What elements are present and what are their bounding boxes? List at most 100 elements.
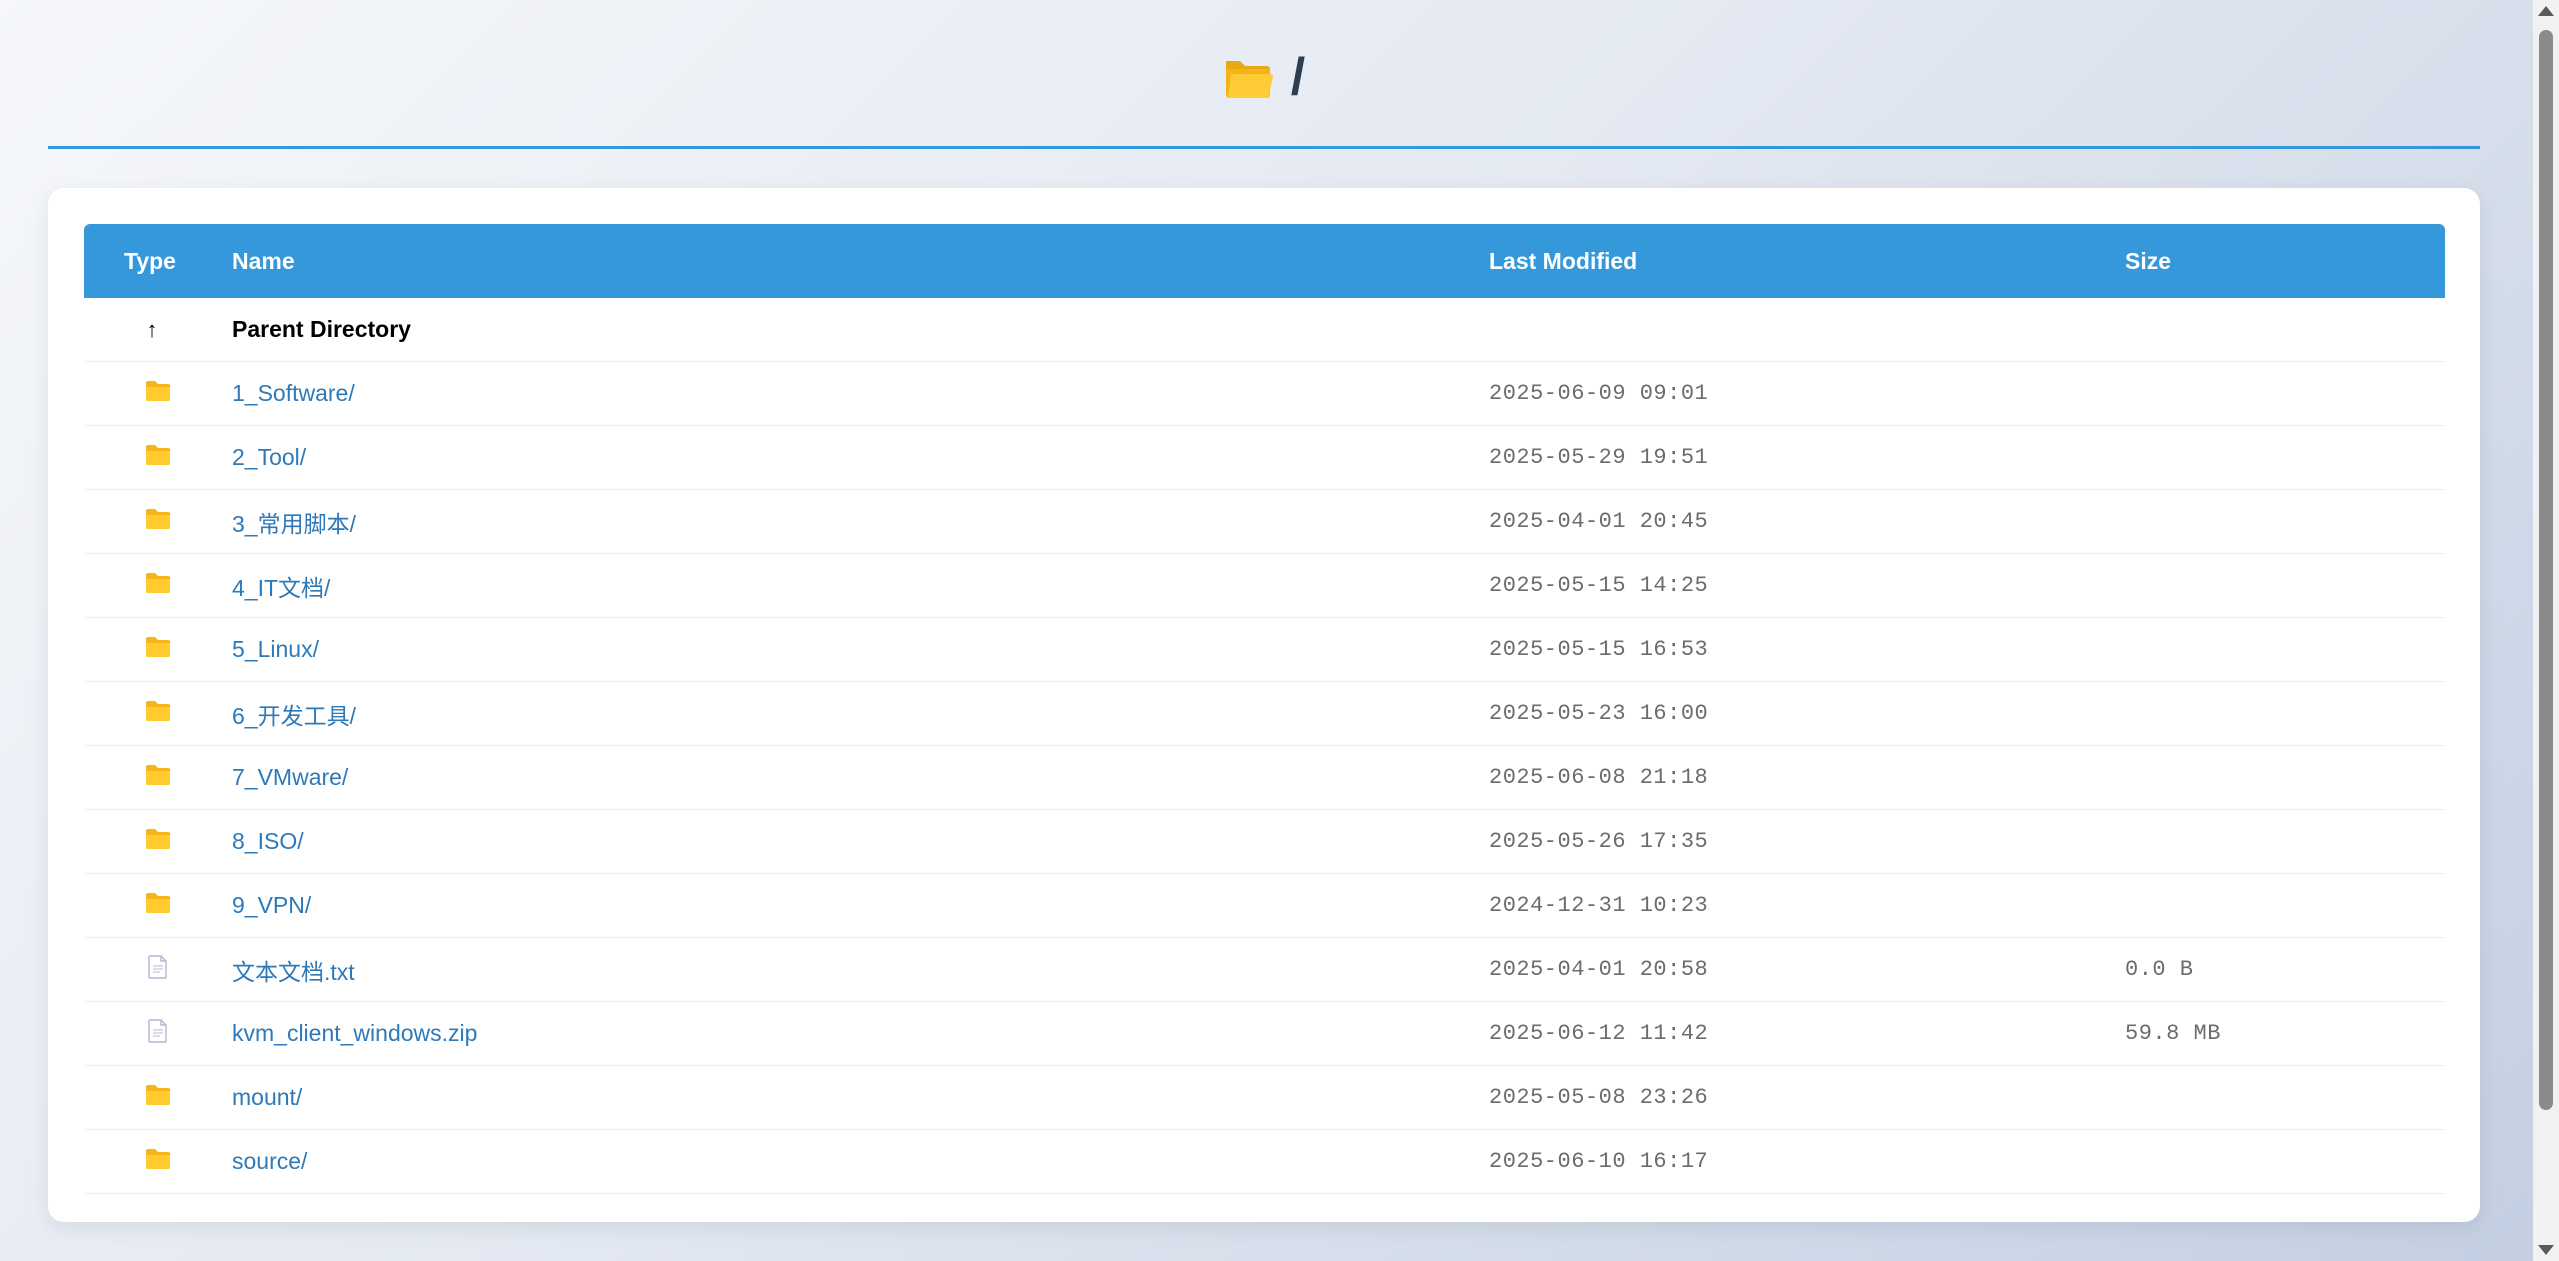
scroll-down-arrow-icon[interactable] xyxy=(2538,1245,2554,1255)
table-row[interactable]: 1_Software/2025-06-09 09:01 xyxy=(84,362,2445,426)
listing-panel: Type Name Last Modified Size ↑ Parent Di… xyxy=(48,188,2480,1222)
table-row[interactable]: 7_VMware/2025-06-08 21:18 xyxy=(84,746,2445,810)
folder-icon xyxy=(145,572,171,600)
table-row[interactable]: mount/2025-05-08 23:26 xyxy=(84,1066,2445,1130)
cell-name: 6_开发工具/ xyxy=(232,697,1489,731)
table-row[interactable]: 4_IT文档/2025-05-15 14:25 xyxy=(84,554,2445,618)
cell-type xyxy=(84,1084,232,1112)
entry-link[interactable]: 3_常用脚本/ xyxy=(232,511,356,537)
entry-link[interactable]: 1_Software/ xyxy=(232,380,355,406)
cell-type xyxy=(84,444,232,472)
page: / Type Name Last Modified Size ↑ Parent … xyxy=(0,0,2533,1261)
entry-link[interactable]: 5_Linux/ xyxy=(232,636,319,662)
cell-name: 9_VPN/ xyxy=(232,892,1489,919)
cell-modified: 2025-05-08 23:26 xyxy=(1489,1085,1709,1110)
parent-directory-row[interactable]: ↑ Parent Directory xyxy=(84,298,2445,362)
file-icon xyxy=(148,1018,168,1049)
folder-icon xyxy=(145,444,171,472)
table-row[interactable]: 5_Linux/2025-05-15 16:53 xyxy=(84,618,2445,682)
folder-icon xyxy=(145,892,171,920)
entry-link[interactable]: mount/ xyxy=(232,1084,302,1110)
folder-icon xyxy=(145,636,171,664)
cell-modified: 2025-05-29 19:51 xyxy=(1489,445,1709,470)
vertical-scrollbar[interactable] xyxy=(2533,0,2559,1261)
cell-type xyxy=(84,828,232,856)
cell-modified: 2025-06-12 11:42 xyxy=(1489,1021,1709,1046)
entry-link[interactable]: 6_开发工具/ xyxy=(232,703,356,729)
column-header-name[interactable]: Name xyxy=(232,248,1489,275)
parent-directory-link[interactable]: Parent Directory xyxy=(232,316,1489,343)
cell-type xyxy=(84,892,232,920)
folder-icon xyxy=(145,380,171,408)
entry-link[interactable]: 文本文档.txt xyxy=(232,959,355,985)
page-header: / xyxy=(48,0,2480,149)
cell-modified: 2025-06-09 09:01 xyxy=(1489,381,1709,406)
open-folder-icon xyxy=(1223,55,1273,99)
cell-type: ↑ xyxy=(84,317,232,343)
entry-link[interactable]: kvm_client_windows.zip xyxy=(232,1020,477,1046)
column-header-size[interactable]: Size xyxy=(2125,248,2445,275)
cell-type xyxy=(84,700,232,728)
table-row[interactable]: 文本文档.txt 2025-04-01 20:58 0.0 B xyxy=(84,938,2445,1002)
cell-name: 4_IT文档/ xyxy=(232,569,1489,603)
cell-type xyxy=(84,764,232,792)
cell-modified: 2024-12-31 10:23 xyxy=(1489,893,1709,918)
cell-name: 文本文档.txt xyxy=(232,953,1489,987)
cell-modified: 2025-05-15 14:25 xyxy=(1489,573,1709,598)
cell-modified: 2025-05-23 16:00 xyxy=(1489,701,1709,726)
folder-icon xyxy=(145,764,171,792)
entry-link[interactable]: 2_Tool/ xyxy=(232,444,306,470)
cell-type xyxy=(84,380,232,408)
table-row[interactable]: 3_常用脚本/2025-04-01 20:45 xyxy=(84,490,2445,554)
cell-name: source/ xyxy=(232,1148,1489,1175)
column-header-type[interactable]: Type xyxy=(84,248,232,275)
page-title: / xyxy=(1223,47,1305,107)
folder-icon xyxy=(145,1084,171,1112)
cell-modified: 2025-06-10 16:17 xyxy=(1489,1149,1709,1174)
cell-name: kvm_client_windows.zip xyxy=(232,1020,1489,1047)
cell-size: 0.0 B xyxy=(2125,957,2194,982)
table-row[interactable]: 9_VPN/2024-12-31 10:23 xyxy=(84,874,2445,938)
file-table: Type Name Last Modified Size ↑ Parent Di… xyxy=(84,224,2445,1194)
folder-icon xyxy=(145,508,171,536)
cell-name: mount/ xyxy=(232,1084,1489,1111)
cell-name: 7_VMware/ xyxy=(232,764,1489,791)
cell-type xyxy=(84,1148,232,1176)
table-header: Type Name Last Modified Size xyxy=(84,224,2445,298)
table-row[interactable]: kvm_client_windows.zip 2025-06-12 11:42 59… xyxy=(84,1002,2445,1066)
table-row[interactable]: 2_Tool/2025-05-29 19:51 xyxy=(84,426,2445,490)
file-icon xyxy=(148,954,168,985)
cell-type xyxy=(84,572,232,600)
cell-modified: 2025-04-01 20:45 xyxy=(1489,509,1709,534)
cell-modified: 2025-04-01 20:58 xyxy=(1489,957,1709,982)
cell-type xyxy=(84,954,232,985)
up-arrow-icon: ↑ xyxy=(146,316,158,342)
cell-name: 8_ISO/ xyxy=(232,828,1489,855)
cell-name: 2_Tool/ xyxy=(232,444,1489,471)
table-body: 1_Software/2025-06-09 09:01 2_Tool/2025-0… xyxy=(84,362,2445,1194)
table-row[interactable]: source/2025-06-10 16:17 xyxy=(84,1130,2445,1194)
table-row[interactable]: 6_开发工具/2025-05-23 16:00 xyxy=(84,682,2445,746)
cell-modified: 2025-06-08 21:18 xyxy=(1489,765,1709,790)
cell-type xyxy=(84,1018,232,1049)
cell-modified: 2025-05-15 16:53 xyxy=(1489,637,1709,662)
entry-link[interactable]: 7_VMware/ xyxy=(232,764,348,790)
page-title-text: / xyxy=(1290,48,1306,106)
cell-type xyxy=(84,636,232,664)
entry-link[interactable]: source/ xyxy=(232,1148,307,1174)
scroll-up-arrow-icon[interactable] xyxy=(2538,6,2554,16)
cell-name: 5_Linux/ xyxy=(232,636,1489,663)
cell-size: 59.8 MB xyxy=(2125,1021,2221,1046)
folder-icon xyxy=(145,1148,171,1176)
cell-type xyxy=(84,508,232,536)
entry-link[interactable]: 4_IT文档/ xyxy=(232,575,330,601)
entry-link[interactable]: 8_ISO/ xyxy=(232,828,304,854)
entry-link[interactable]: 9_VPN/ xyxy=(232,892,311,918)
cell-name: 1_Software/ xyxy=(232,380,1489,407)
column-header-modified[interactable]: Last Modified xyxy=(1489,248,2125,275)
cell-name: 3_常用脚本/ xyxy=(232,505,1489,539)
cell-modified: 2025-05-26 17:35 xyxy=(1489,829,1709,854)
table-row[interactable]: 8_ISO/2025-05-26 17:35 xyxy=(84,810,2445,874)
scrollbar-thumb[interactable] xyxy=(2539,30,2553,1110)
folder-icon xyxy=(145,828,171,856)
